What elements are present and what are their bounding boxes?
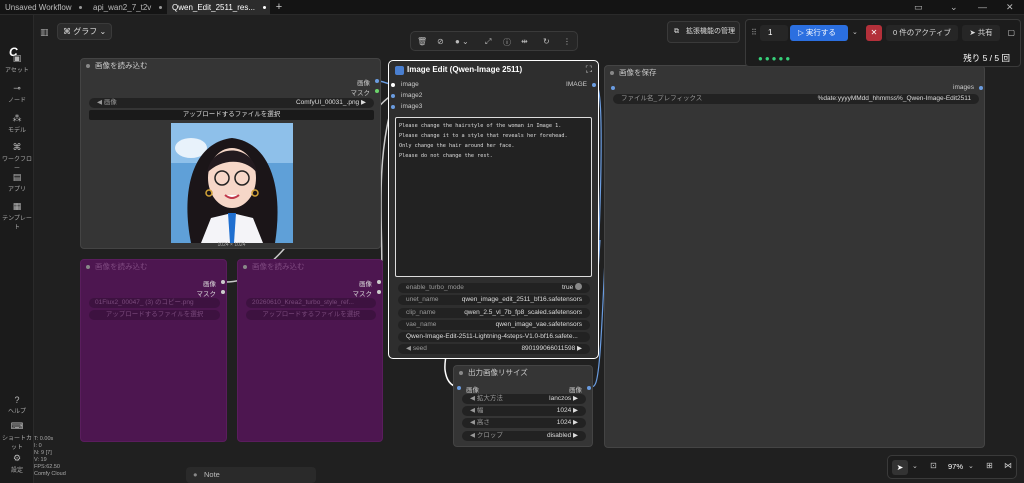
image-select[interactable]: 01Flux2_00047_ (3) のコピー.png [89,298,220,308]
expand-icon[interactable]: ⛶ [586,64,592,75]
vae-name-select[interactable]: vae_name qwen_image_vae.safetensors [398,320,590,330]
input-image-port[interactable] [391,83,395,87]
output-mask-port[interactable] [377,290,381,294]
trash-icon[interactable]: 🗑 [417,37,427,46]
output-images-port[interactable] [979,86,983,90]
upload-button[interactable]: アップロードするファイルを選択 [89,310,220,320]
crop-select[interactable]: ◀ クロップ disabled ▶ [462,431,586,441]
progress-dots: ●●●●● [758,54,793,63]
output-image-label: IMAGE [566,81,587,88]
zoom-level[interactable]: 97% [948,462,963,471]
output-image-label: 画像 [359,281,372,288]
preview-image [171,123,293,243]
note-node[interactable]: ● Note [186,467,316,483]
input-image-port[interactable] [457,386,461,390]
unet-name-select[interactable]: unet_name qwen_image_edit_2511_bf16.safet… [398,295,590,305]
node-title: 画像を読み込む [238,260,382,274]
filename-prefix-input[interactable]: ファイル名_プレフィックス %date:yyyyMMdd_hhmmss%_Qwen… [613,94,979,104]
output-image-label: 画像 [203,281,216,288]
node-title: 画像を読み込む [81,59,380,73]
seed-input[interactable]: ◀ seed 890199066011598 ▶ [398,344,590,354]
rerun-icon[interactable]: ↻ [543,37,550,46]
node-toolbar: 🗑 ⊘ ● ⌄ ⤢ ⓘ ⇹ ↻ ⋮ [410,31,578,51]
canvas-controls: ➤ ⌄ ⊡ 97% ⌄ ⊞ ⋈ [887,455,1017,479]
node-title: 画像を読み込む [81,260,226,274]
output-mask-label: マスク [196,291,217,298]
load-image-node-3[interactable]: 画像を読み込む 画像 マスク 20260610_Krea2_turbo_styl… [237,259,383,442]
minimap-icon[interactable]: ⊞ [986,461,993,470]
output-image-port[interactable] [377,280,381,284]
puzzle-icon: ⧉ [674,28,679,35]
fit-icon[interactable]: ⤢ [485,37,491,47]
color-icon[interactable]: ● ⌄ [455,37,469,46]
link-visibility-icon[interactable]: ⋈ [1004,461,1012,470]
node-title: 出力画像リサイズ [454,366,592,380]
qwen-image-edit-node[interactable]: Image Edit (Qwen-Image 2511) ⛶ image ima… [388,60,599,359]
run-button[interactable]: ▷ 実行する [790,25,848,41]
output-mask-label: マスク [352,291,373,298]
node-badge-icon [395,66,404,75]
clip-name-select[interactable]: clip_name qwen_2.5_vl_7b_fp8_scaled.safet… [398,308,590,318]
drag-handle-icon[interactable]: ⠿ [751,28,757,37]
output-mask-label: マスク [350,90,371,97]
width-input[interactable]: ◀ 幅 1024 ▶ [462,406,586,416]
play-icon: ▷ [798,28,806,37]
share-button[interactable]: ➤ 共有 [962,25,1000,41]
lora-select[interactable]: Qwen-Image-Edit-2511-Lightning-4steps-V1… [398,332,590,342]
output-image-port[interactable] [221,280,225,284]
node-title: 画像を保存 [605,66,984,80]
align-icon[interactable]: ⇹ [521,37,528,46]
extension-manager-button[interactable]: ⧉ 拡張機能の管理 [667,21,740,43]
bypass-icon[interactable]: ⊘ [437,37,444,46]
input-image-label: 画像 [466,387,479,394]
run-panel: ⠿ 1 ▷ 実行する ⌄ ✕ 0 件のアクティブ ➤ 共有 ▢ ●●●●● 残り… [745,19,1021,67]
output-image-label: 画像 [357,80,370,87]
output-mask-port[interactable] [375,89,379,93]
input-image2-label: image2 [401,92,423,99]
active-jobs-button[interactable]: 0 件のアクティブ [886,25,958,41]
input-image2-port[interactable] [391,94,395,98]
save-image-node[interactable]: 画像を保存 images ファイル名_プレフィックス %date:yyyyMMdd… [604,65,985,448]
resize-node[interactable]: 出力画像リサイズ 画像 画像 ◀ 拡大方法 lanczos ▶ ◀ 幅 1024 ▶… [453,365,593,447]
run-options-chevron-icon[interactable]: ⌄ [852,28,858,36]
output-image-label: 画像 [569,387,582,394]
mode-chevron-icon[interactable]: ⌄ [912,462,918,470]
input-image3-label: image3 [401,103,423,110]
load-image-node-2[interactable]: 画像を読み込む 画像 マスク 01Flux2_00047_ (3) のコピー.p… [80,259,227,442]
upscale-method-select[interactable]: ◀ 拡大方法 lanczos ▶ [462,394,586,404]
cancel-run-button[interactable]: ✕ [866,25,882,41]
zoom-chevron-icon[interactable]: ⌄ [968,462,974,470]
fit-view-icon[interactable]: ⊡ [930,461,937,470]
image-dims: 1024 × 1024 [217,242,246,248]
more-icon[interactable]: ⋮ [563,37,571,46]
upload-button[interactable]: アップロードするファイルを選択 [89,110,374,120]
load-image-node[interactable]: 画像を読み込む 画像 マスク ◀ 画像 ComfyUI_00031_.png ▶ … [80,58,381,249]
select-mode-icon[interactable]: ➤ [892,460,908,475]
note-dot-icon: ● [193,470,198,479]
batch-count-input[interactable]: 1 [760,25,788,41]
image-select[interactable]: 20260610_Krea2_turbo_style_ref... [246,298,376,308]
output-images-label: images [953,84,974,91]
height-input[interactable]: ◀ 高さ 1024 ▶ [462,418,586,428]
prompt-textarea[interactable]: Please change the hairstyle of the woman… [395,117,592,277]
send-icon: ➤ [969,28,978,37]
remaining-runs: 残り 5 / 5 回 [963,53,1010,63]
upload-button[interactable]: アップロードするファイルを選択 [246,310,376,320]
output-image-port[interactable] [587,386,591,390]
info-icon[interactable]: ⓘ [503,37,511,48]
input-images-port[interactable] [611,86,615,90]
input-image3-port[interactable] [391,105,395,109]
enable-turbo-toggle[interactable]: enable_turbo_mode true [398,283,590,293]
output-image-port[interactable] [375,79,379,83]
node-title: Image Edit (Qwen-Image 2511) [407,65,523,74]
panel-toggle-icon[interactable]: ▢ [1007,28,1015,37]
output-mask-port[interactable] [221,290,225,294]
image-select[interactable]: ◀ 画像 ComfyUI_00031_.png ▶ [89,98,374,108]
output-image-port[interactable] [592,83,596,87]
input-image-label: image [401,81,419,88]
